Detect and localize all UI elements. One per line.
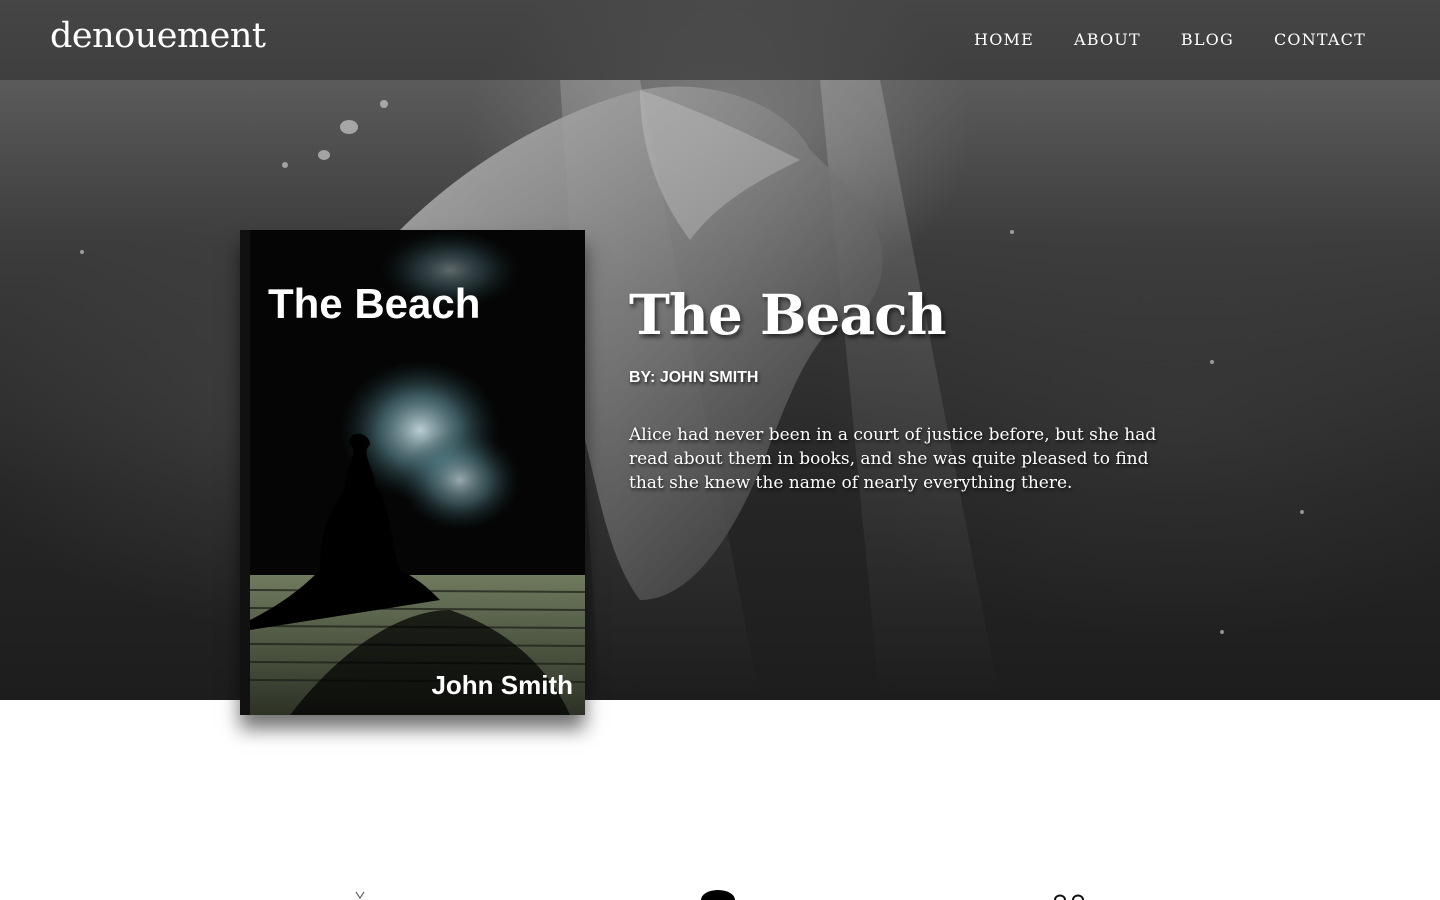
bubble xyxy=(1210,360,1214,364)
bubble xyxy=(80,250,84,254)
book-cover[interactable]: The Beach John Smith xyxy=(240,230,585,715)
site-logo[interactable]: denouement xyxy=(50,16,266,56)
nav-about-link[interactable]: ABOUT xyxy=(1074,30,1141,49)
nav-blog-link[interactable]: BLOG xyxy=(1181,30,1234,49)
book-cover-author: John Smith xyxy=(431,670,573,700)
feather-icon xyxy=(355,891,365,899)
hero-section: denouement HOME ABOUT BLOG CONTACT The B… xyxy=(0,0,1440,700)
navbar: denouement HOME ABOUT BLOG CONTACT xyxy=(0,0,1440,80)
person-icon xyxy=(701,890,735,900)
book-description: Alice had never been in a court of justi… xyxy=(629,425,1157,493)
bubble xyxy=(1300,510,1304,514)
book-author: BY: JOHN SMITH xyxy=(629,369,759,386)
glasses-icon xyxy=(1054,894,1084,900)
bubble xyxy=(1010,230,1014,234)
book-cover-title: The Beach xyxy=(268,280,481,327)
main-nav: HOME ABOUT BLOG CONTACT xyxy=(974,30,1366,49)
bubble xyxy=(340,120,358,134)
bubble xyxy=(282,162,288,168)
nav-home-link[interactable]: HOME xyxy=(974,30,1034,49)
bubble xyxy=(380,100,388,108)
book-info: The Beach BY: JOHN SMITH Alice had never… xyxy=(629,282,1169,495)
book-title: The Beach xyxy=(629,282,947,347)
bubble xyxy=(318,150,330,160)
nav-contact-link[interactable]: CONTACT xyxy=(1274,30,1366,49)
bubble xyxy=(1220,630,1224,634)
